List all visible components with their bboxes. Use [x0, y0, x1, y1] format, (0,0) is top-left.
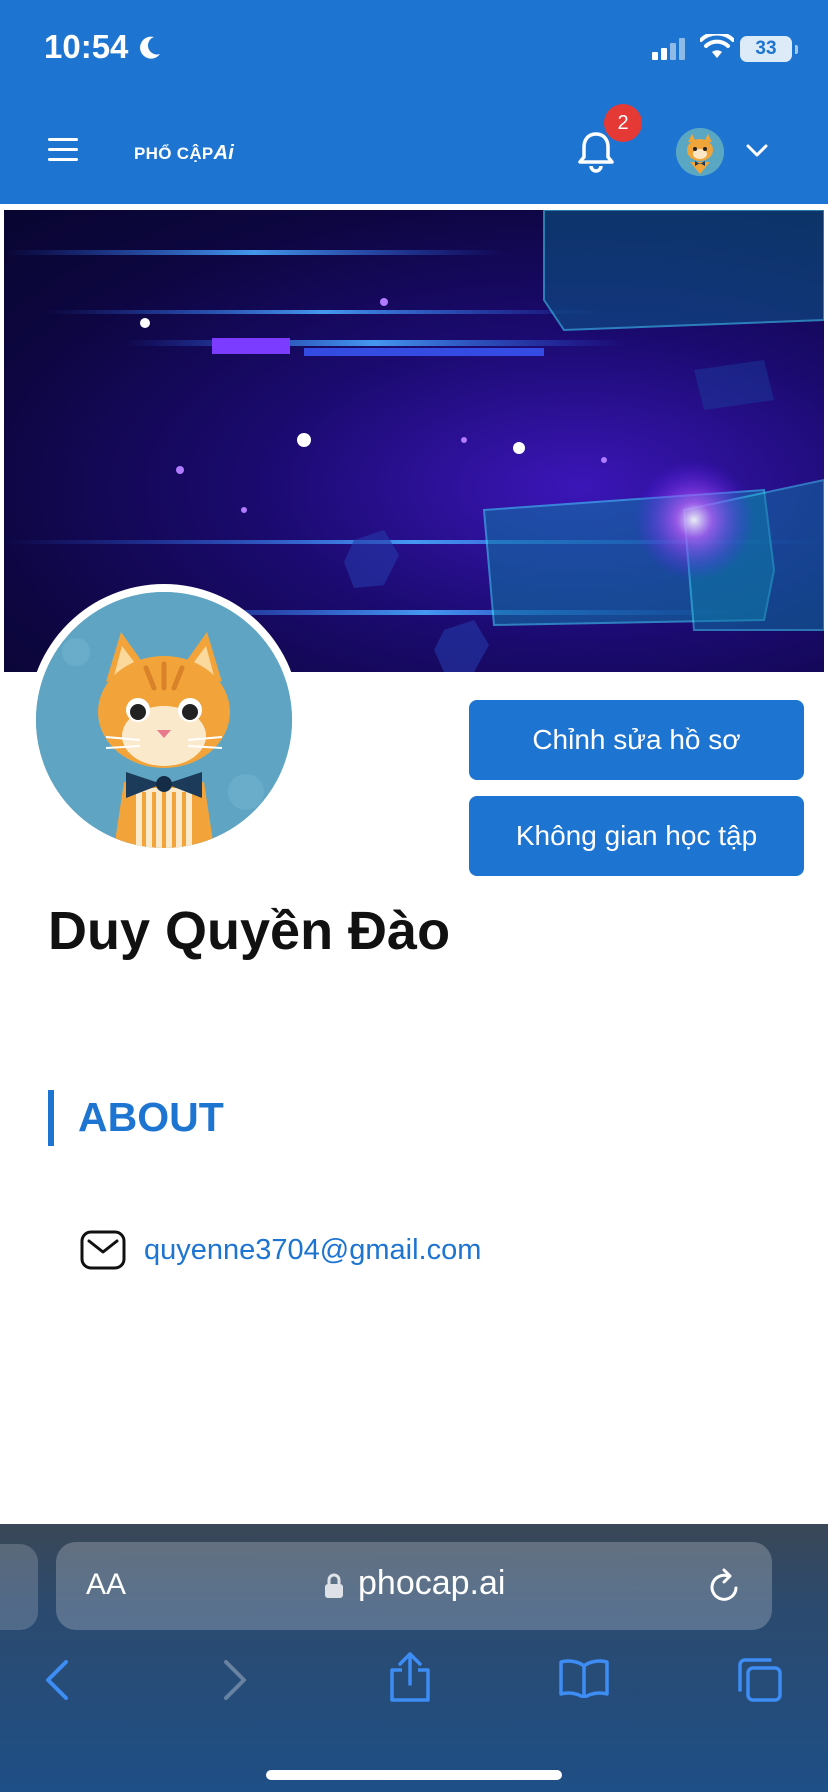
lock-icon — [325, 1573, 343, 1598]
logo-text: PHỔ CẬP — [134, 144, 214, 163]
home-indicator — [266, 1770, 562, 1780]
previous-tab-preview[interactable] — [0, 1544, 38, 1630]
tabs-icon[interactable] — [736, 1656, 784, 1702]
cat-avatar-icon — [36, 592, 292, 848]
wifi-icon — [700, 34, 734, 58]
battery-indicator: 33 — [740, 36, 798, 62]
reload-icon[interactable] — [708, 1568, 742, 1604]
header-avatar[interactable] — [676, 128, 724, 176]
signal-icon — [652, 38, 685, 60]
learning-space-button[interactable]: Không gian học tập — [469, 796, 804, 876]
notification-badge: 2 — [604, 104, 642, 142]
bookmarks-icon[interactable] — [558, 1658, 610, 1698]
mail-icon — [80, 1230, 126, 1270]
profile-name: Duy Quyền Đào — [48, 901, 451, 961]
text-size-button[interactable]: AA — [86, 1568, 126, 1602]
url-text: phocap.ai — [358, 1564, 506, 1602]
edit-profile-button[interactable]: Chỉnh sửa hồ sơ — [469, 700, 804, 780]
about-accent-bar — [48, 1090, 54, 1146]
status-bar: 10:54 33 — [0, 0, 828, 92]
address-bar[interactable]: AA phocap.ai — [56, 1542, 772, 1630]
browser-toolbar: AA phocap.ai — [0, 1524, 828, 1792]
profile-avatar-image — [36, 592, 292, 848]
logo[interactable]: PHỔ CẬPAi — [134, 142, 234, 165]
cat-avatar-icon — [676, 128, 724, 176]
logo-ai: Ai — [213, 142, 235, 164]
chevron-down-icon[interactable] — [746, 144, 768, 158]
share-icon[interactable] — [388, 1652, 432, 1702]
back-icon[interactable] — [44, 1660, 70, 1700]
status-time: 10:54 — [44, 28, 129, 65]
forward-icon[interactable] — [222, 1660, 248, 1700]
email-link[interactable]: quyenne3704@gmail.com — [144, 1234, 481, 1267]
profile-avatar[interactable] — [28, 584, 300, 856]
about-heading: ABOUT — [78, 1094, 224, 1140]
app-header: PHỔ CẬPAi 2 — [0, 92, 828, 204]
hamburger-menu-icon[interactable] — [48, 138, 78, 162]
moon-icon — [140, 36, 160, 59]
